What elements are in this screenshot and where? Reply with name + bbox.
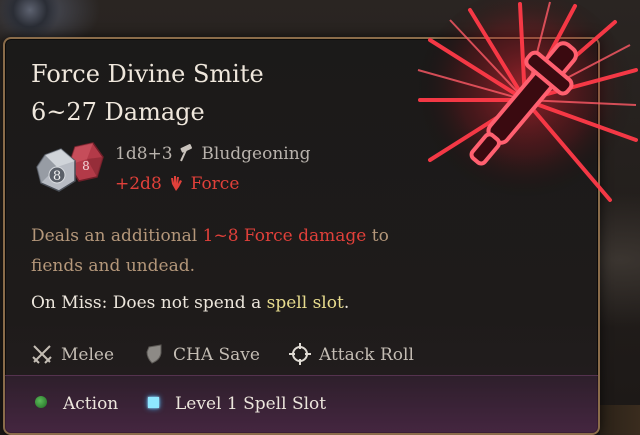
cost-spell-slot: Level 1 Spell Slot — [148, 393, 326, 415]
property-attack-roll: Attack Roll — [289, 343, 414, 367]
spell-description: Deals an additional 1~8 Force damage to … — [31, 221, 431, 281]
property-melee: Melee — [31, 343, 114, 367]
description-text: Deals an additional — [31, 226, 203, 246]
green-dot-icon — [35, 396, 47, 408]
description-highlight: 1~8 Force damage — [202, 226, 367, 246]
property-cha-save-label: CHA Save — [173, 345, 260, 365]
property-cha-save: CHA Save — [143, 343, 260, 367]
base-damage-dice: 1d8+3 — [115, 144, 173, 164]
background-character — [0, 0, 60, 40]
cost-spell-slot-label: Level 1 Spell Slot — [175, 394, 327, 414]
property-attack-roll-label: Attack Roll — [319, 345, 414, 365]
shield-icon — [146, 344, 162, 364]
force-hand-icon — [171, 176, 183, 191]
spell-slot-link: spell slot — [266, 293, 344, 313]
hotbar-edge — [600, 405, 640, 435]
crosshair-icon — [289, 343, 311, 365]
dice-icon: 8 8 — [36, 142, 104, 192]
large-die-face: 8 — [53, 169, 61, 184]
property-melee-label: Melee — [61, 345, 115, 365]
small-die-face: 8 — [82, 159, 90, 173]
on-miss-suffix: . — [343, 293, 350, 313]
cost-action: Action — [35, 393, 118, 415]
blue-square-icon — [148, 397, 159, 408]
base-damage-line: 1d8+3 Bludgeoning — [115, 143, 311, 165]
cost-footer: Action Level 1 Spell Slot — [5, 375, 598, 433]
bonus-damage-type: Force — [190, 174, 240, 194]
divine-smite-icon — [415, 0, 638, 210]
spell-title: Force Divine Smite — [31, 60, 264, 88]
cost-action-label: Action — [63, 394, 119, 414]
base-damage-type: Bludgeoning — [201, 144, 311, 164]
crossed-swords-icon — [32, 345, 52, 364]
bonus-damage-dice: +2d8 — [115, 174, 162, 194]
hammer-icon — [180, 144, 192, 162]
on-miss-text: On Miss: Does not spend a spell slot. — [31, 291, 349, 315]
damage-range: 6~27 Damage — [31, 98, 205, 126]
bonus-damage-line: +2d8 Force — [115, 173, 239, 195]
on-miss-prefix: On Miss: Does not spend a — [31, 293, 267, 313]
